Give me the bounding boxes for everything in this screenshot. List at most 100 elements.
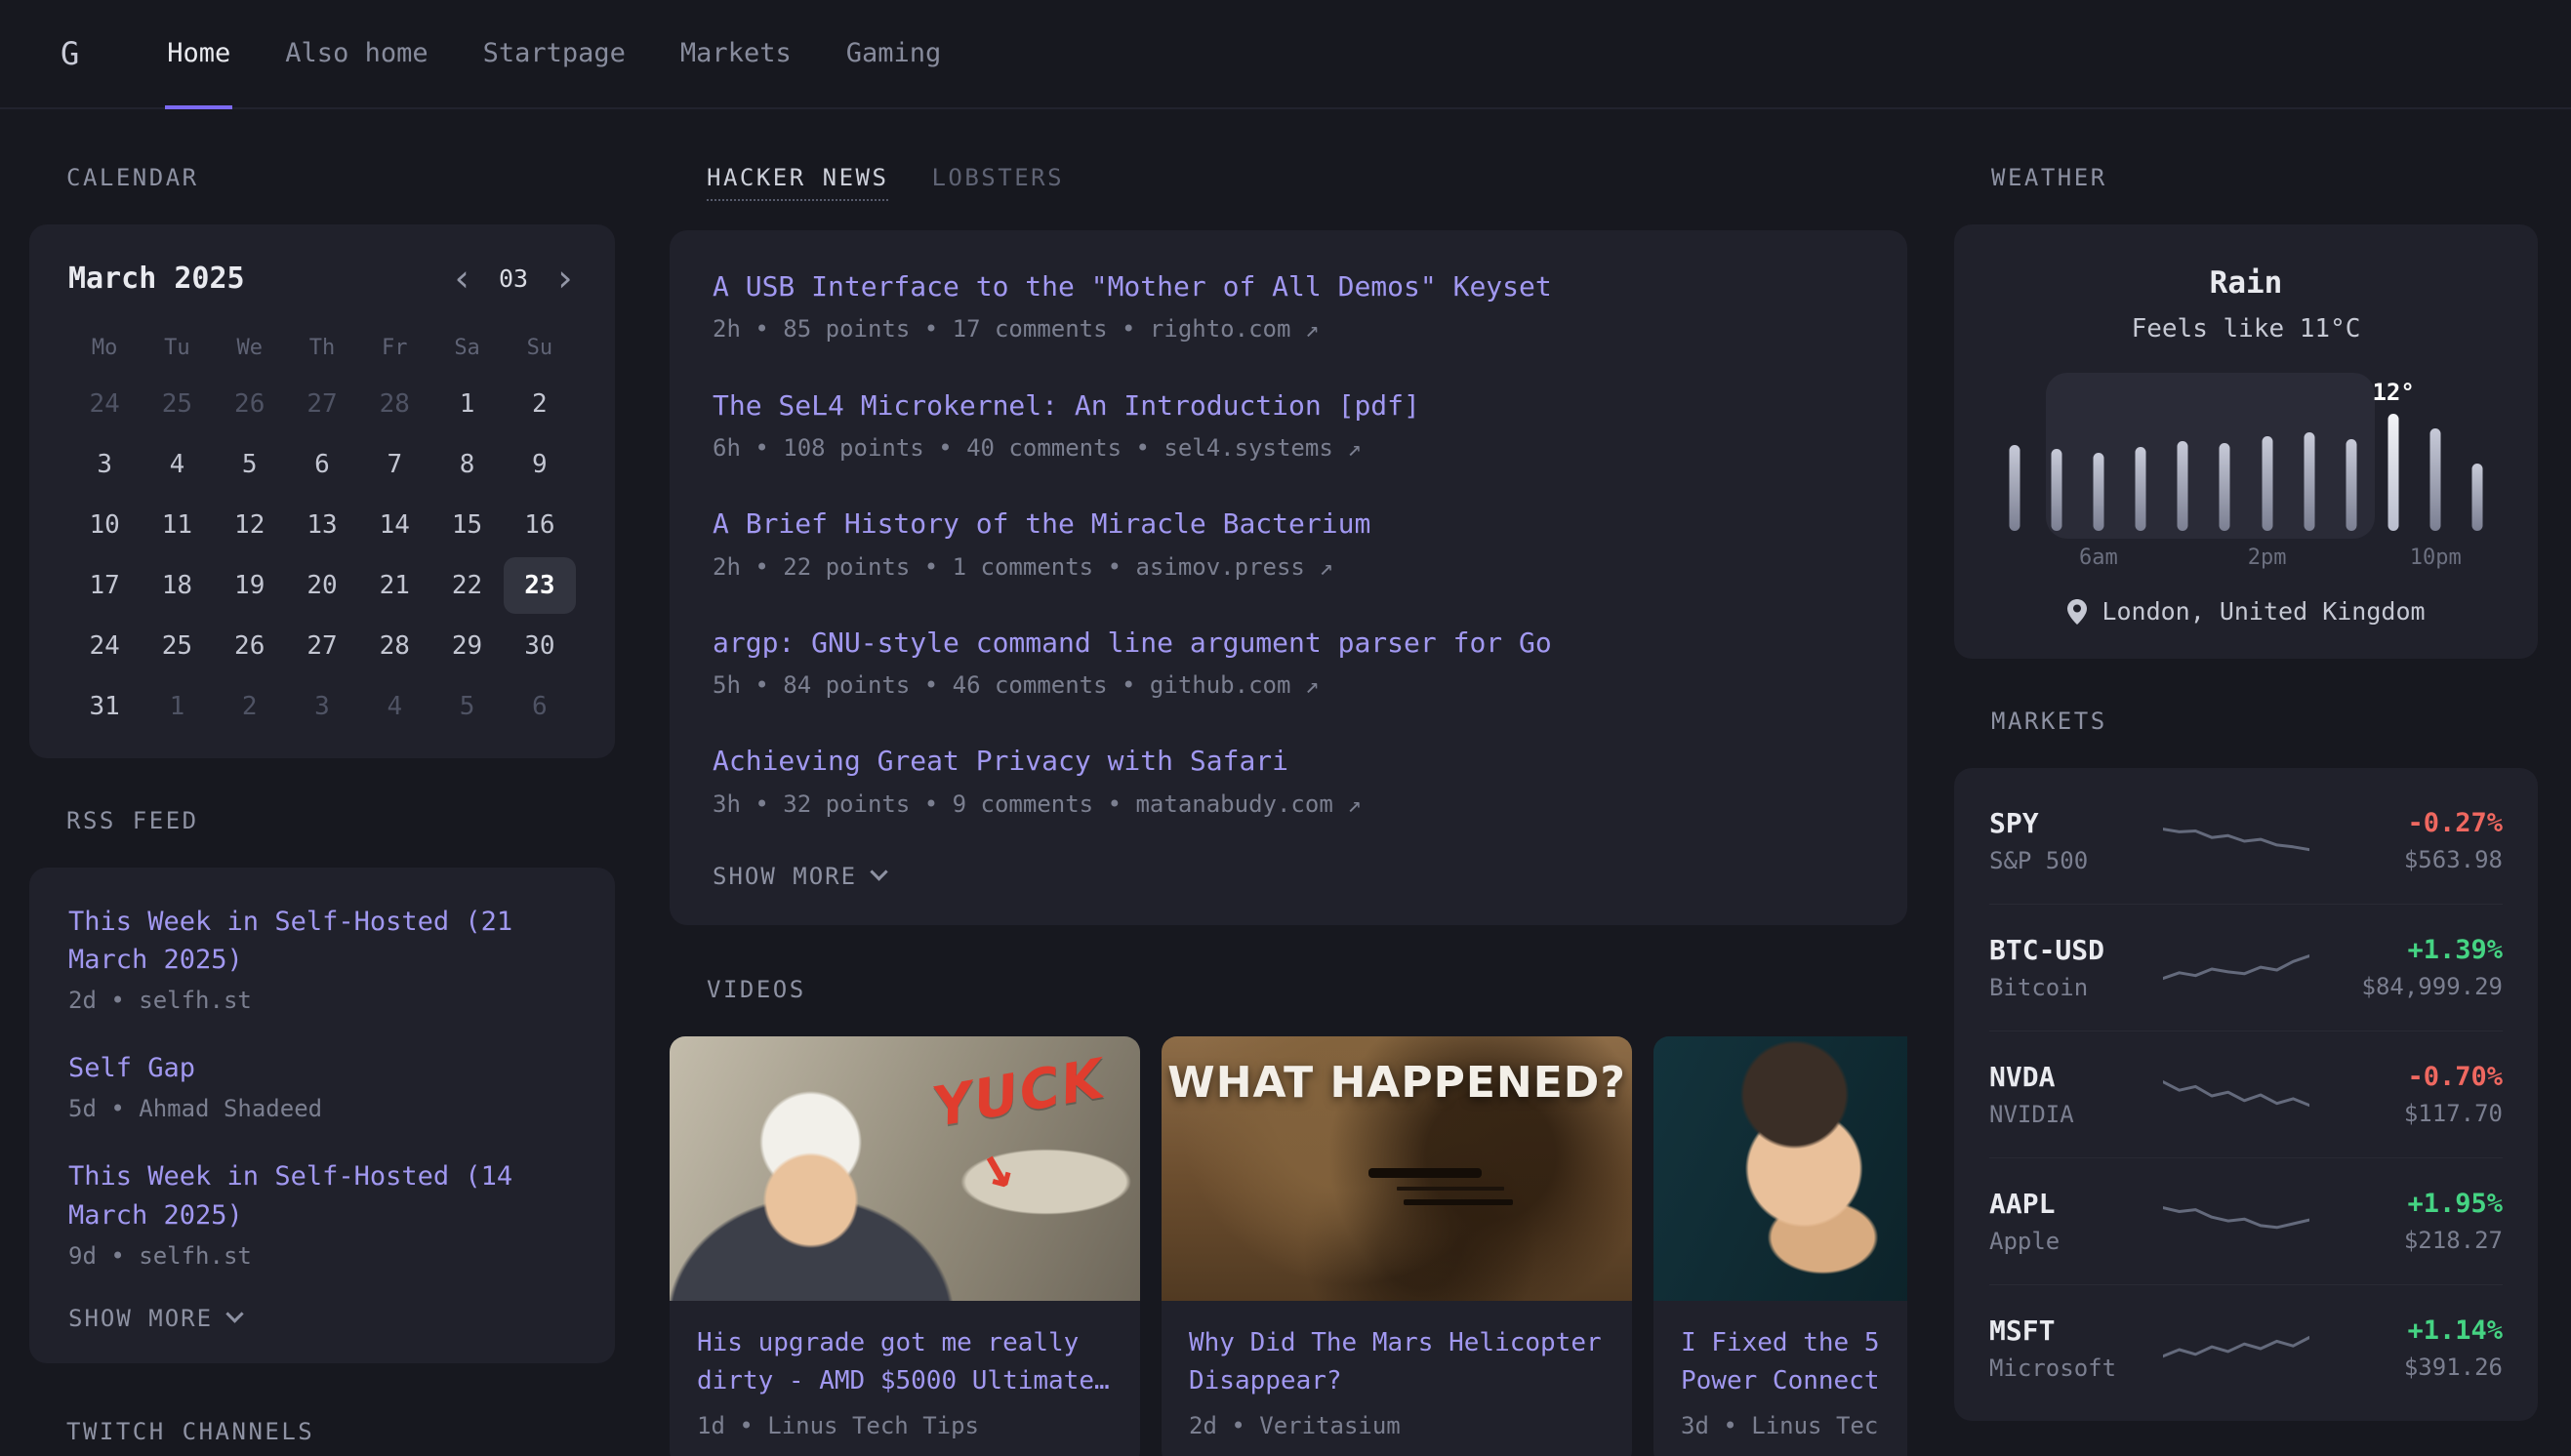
nav-tab[interactable]: Also home <box>283 0 429 109</box>
calendar-day: 30 <box>504 618 576 674</box>
app-logo[interactable]: G <box>61 35 79 72</box>
calendar-day: 20 <box>286 557 358 614</box>
weather-bar-slot: 6am <box>2077 369 2119 574</box>
calendar-title: March 2025 <box>68 262 245 296</box>
calendar-day: 31 <box>68 678 141 735</box>
market-price: $391.26 <box>2309 1354 2503 1381</box>
news-item-title[interactable]: The SeL4 Microkernel: An Introduction [p… <box>713 388 1864 424</box>
weekday-label: Th <box>286 336 358 360</box>
nav-tab[interactable]: Home <box>165 0 232 109</box>
weather-bar <box>2178 441 2188 531</box>
market-change: +1.95% <box>2309 1189 2503 1219</box>
chevron-down-icon <box>225 1306 243 1323</box>
market-name: Microsoft <box>1989 1355 2163 1382</box>
market-row[interactable]: AAPL Apple +1.95% $218.27 <box>1989 1158 2503 1285</box>
news-show-more-button[interactable]: SHOW MORE <box>713 863 1864 890</box>
market-id: NVDA NVIDIA <box>1989 1061 2163 1128</box>
market-row[interactable]: NVDA NVIDIA -0.70% $117.70 <box>1989 1031 2503 1158</box>
news-item-title[interactable]: A Brief History of the Miracle Bacterium <box>713 506 1864 542</box>
nav-tab[interactable]: Startpage <box>481 0 628 109</box>
market-row[interactable]: BTC-USD Bitcoin +1.39% $84,999.29 <box>1989 905 2503 1031</box>
market-ticker: NVDA <box>1989 1061 2163 1093</box>
weather-bar-slot <box>2457 369 2499 574</box>
weekday-label: We <box>214 336 286 360</box>
market-sparkline <box>2163 1322 2309 1375</box>
rss-section-label: RSS FEED <box>66 807 615 834</box>
rss-show-more-button[interactable]: SHOW MORE <box>68 1305 576 1332</box>
calendar-day: 5 <box>430 678 503 735</box>
location-pin-icon <box>2066 598 2088 626</box>
weather-location: London, United Kingdom <box>2102 597 2425 626</box>
calendar-header: March 2025 ‹ 03 › <box>68 260 576 297</box>
calendar-day: 24 <box>68 376 141 432</box>
calendar-day: 2 <box>504 376 576 432</box>
video-thumbnail: DO TH T <box>1653 1036 1907 1301</box>
news-item-meta: 3h • 32 points • 9 comments • matanabudy… <box>713 789 1864 820</box>
time-label: 2pm <box>2248 546 2287 570</box>
calendar-day: 3 <box>68 436 141 493</box>
rss-item-title[interactable]: This Week in Self-Hosted (14 March 2025) <box>68 1157 576 1234</box>
calendar-day: 19 <box>214 557 286 614</box>
rss-item: This Week in Self-Hosted (21 March 2025)… <box>68 903 576 1014</box>
video-title[interactable]: Why Did The Mars Helicopter Disappear? <box>1189 1324 1605 1400</box>
video-thumbnail: YUCK ↓ <box>670 1036 1140 1301</box>
news-item-title[interactable]: argp: GNU-style command line argument pa… <box>713 626 1864 661</box>
left-column: CALENDAR March 2025 ‹ 03 › Mo Tu We <box>29 164 615 1456</box>
weather-bar-slot: 2pm <box>2246 369 2288 574</box>
videos-row: YUCK ↓ His upgrade got me really dirty -… <box>670 1036 1907 1456</box>
temperature-label: 12° <box>2372 379 2414 406</box>
calendar-day: 25 <box>141 376 213 432</box>
rss-item-title[interactable]: This Week in Self-Hosted (21 March 2025) <box>68 903 576 979</box>
chevron-right-icon[interactable]: › <box>553 260 576 297</box>
weather-widget: Rain Feels like 11°C <box>1954 224 2538 659</box>
weather-bar-slot <box>2288 369 2330 574</box>
weather-location-row: London, United Kingdom <box>1993 597 2499 626</box>
rss-item-meta: 9d • selfh.st <box>68 1242 576 1270</box>
market-row[interactable]: SPY S&P 500 -0.27% $563.98 <box>1989 778 2503 905</box>
weather-bar <box>2009 445 2020 531</box>
news-widget: A USB Interface to the "Mother of All De… <box>670 230 1907 925</box>
twitch-section-label: TWITCH CHANNELS <box>66 1418 615 1445</box>
middle-column: HACKER NEWS LOBSTERS A USB Interface to … <box>670 164 1907 1456</box>
calendar-nav: ‹ 03 › <box>451 260 576 297</box>
calendar-day: 27 <box>286 376 358 432</box>
news-source-tab[interactable]: HACKER NEWS <box>707 164 888 201</box>
news-source-tab[interactable]: LOBSTERS <box>931 164 1064 201</box>
video-title[interactable]: I Fixed the 5 Power Connect <box>1681 1324 1907 1400</box>
video-title[interactable]: His upgrade got me really dirty - AMD $5… <box>697 1324 1113 1400</box>
chevron-left-icon[interactable]: ‹ <box>451 260 473 297</box>
calendar-day: 11 <box>141 497 213 553</box>
market-change: +1.39% <box>2309 935 2503 965</box>
rss-item-title[interactable]: Self Gap <box>68 1049 576 1087</box>
news-item-title[interactable]: A USB Interface to the "Mother of All De… <box>713 269 1864 304</box>
weather-bar <box>2093 453 2103 531</box>
rss-item-meta: 5d • Ahmad Shadeed <box>68 1095 576 1122</box>
calendar-section-label: CALENDAR <box>66 164 615 191</box>
calendar-day: 18 <box>141 557 213 614</box>
calendar-day: 26 <box>214 376 286 432</box>
time-label: 6am <box>2079 546 2118 570</box>
calendar-day: 22 <box>430 557 503 614</box>
market-ticker: SPY <box>1989 807 2163 839</box>
nav-tab[interactable]: Gaming <box>844 0 944 109</box>
market-row[interactable]: MSFT Microsoft +1.14% $391.26 <box>1989 1285 2503 1411</box>
video-thumbnail: WHAT HAPPENED? <box>1162 1036 1632 1301</box>
video-card[interactable]: YUCK ↓ His upgrade got me really dirty -… <box>670 1036 1140 1456</box>
weekday-label: Su <box>504 336 576 360</box>
weather-bar <box>2430 428 2441 531</box>
news-item-meta: 2h • 22 points • 1 comments • asimov.pre… <box>713 552 1864 583</box>
nav-tab[interactable]: Markets <box>678 0 794 109</box>
weather-bar-slot <box>2204 369 2246 574</box>
video-info: I Fixed the 5 Power Connect 3d • Linus T… <box>1653 1301 1907 1456</box>
market-values: +1.14% $391.26 <box>2309 1315 2503 1381</box>
right-column: WEATHER Rain Feels like 11°C <box>1954 164 2538 1456</box>
weather-feels-like: Feels like 11°C <box>1993 314 2499 344</box>
video-card[interactable]: DO TH T I Fixed the 5 Power Connect 3d •… <box>1653 1036 1907 1456</box>
dashboard: CALENDAR March 2025 ‹ 03 › Mo Tu We <box>0 109 2571 1456</box>
video-card[interactable]: WHAT HAPPENED? Why Did The Mars Helicopt… <box>1162 1036 1632 1456</box>
news-item-title[interactable]: Achieving Great Privacy with Safari <box>713 744 1864 779</box>
market-sparkline <box>2163 1069 2309 1121</box>
calendar-day: 16 <box>504 497 576 553</box>
market-values: +1.39% $84,999.29 <box>2309 935 2503 1000</box>
market-price: $218.27 <box>2309 1227 2503 1254</box>
